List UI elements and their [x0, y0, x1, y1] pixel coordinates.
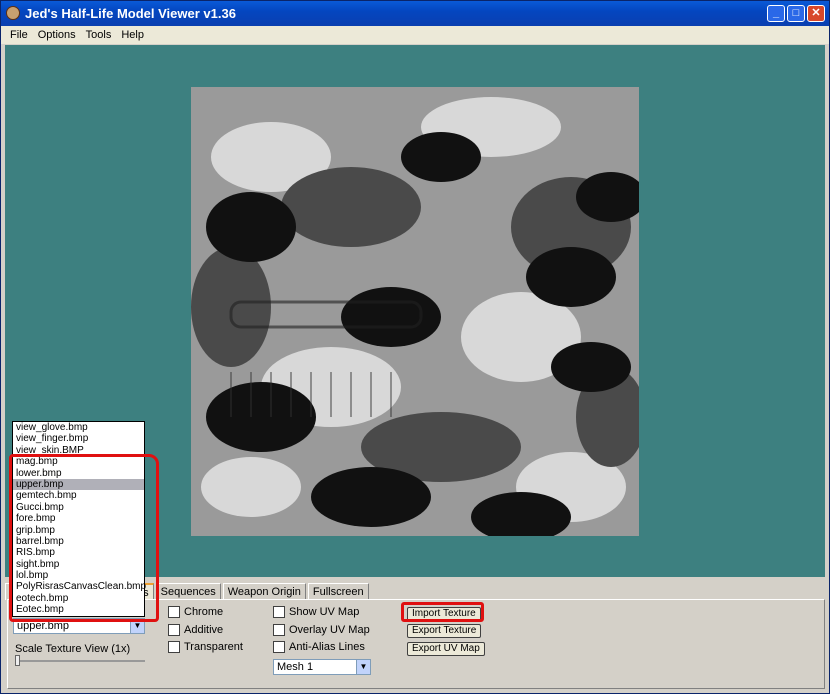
scale-slider[interactable] — [15, 655, 145, 666]
mesh-select-value: Mesh 1 — [277, 661, 314, 673]
mesh-select[interactable]: Mesh 1 ▼ — [273, 659, 371, 675]
anti-alias-checkbox[interactable]: Anti-Alias Lines — [273, 641, 365, 653]
menu-options[interactable]: Options — [33, 29, 81, 41]
additive-checkbox[interactable]: Additive — [168, 624, 223, 636]
maximize-button[interactable]: □ — [787, 5, 805, 22]
menu-file[interactable]: File — [5, 29, 33, 41]
annotation-highlight-list — [9, 454, 159, 622]
show-uv-map-checkbox[interactable]: Show UV Map — [273, 606, 359, 618]
window-title: Jed's Half-Life Model Viewer v1.36 — [25, 6, 236, 21]
chevron-down-icon[interactable]: ▼ — [356, 660, 370, 674]
scale-label: Scale Texture View (1x) — [15, 643, 131, 655]
transparent-checkbox[interactable]: Transparent — [168, 641, 243, 653]
menu-bar: File Options Tools Help — [1, 26, 829, 44]
minimize-button[interactable]: _ — [767, 5, 785, 22]
close-button[interactable]: ✕ — [807, 5, 825, 22]
app-window: Jed's Half-Life Model Viewer v1.36 _ □ ✕… — [0, 0, 830, 694]
scale-slider-thumb[interactable] — [15, 655, 20, 666]
annotation-highlight-import — [401, 602, 484, 622]
tab-weapon-origin[interactable]: Weapon Origin — [222, 583, 306, 600]
overlay-uv-map-checkbox[interactable]: Overlay UV Map — [273, 624, 370, 636]
texture-image — [191, 87, 639, 536]
chrome-checkbox[interactable]: Chrome — [168, 606, 223, 618]
tab-sequences[interactable]: Sequences — [155, 583, 221, 600]
texture-list-item[interactable]: view_glove.bmp — [13, 422, 144, 433]
menu-help[interactable]: Help — [116, 29, 149, 41]
app-icon — [6, 6, 20, 20]
title-bar: Jed's Half-Life Model Viewer v1.36 _ □ ✕ — [1, 1, 829, 26]
menu-tools[interactable]: Tools — [81, 29, 117, 41]
export-texture-button[interactable]: Export Texture — [407, 624, 482, 638]
texture-list-item[interactable]: view_finger.bmp — [13, 433, 144, 444]
export-uv-map-button[interactable]: Export UV Map — [407, 642, 485, 656]
tab-fullscreen[interactable]: Fullscreen — [307, 583, 369, 600]
